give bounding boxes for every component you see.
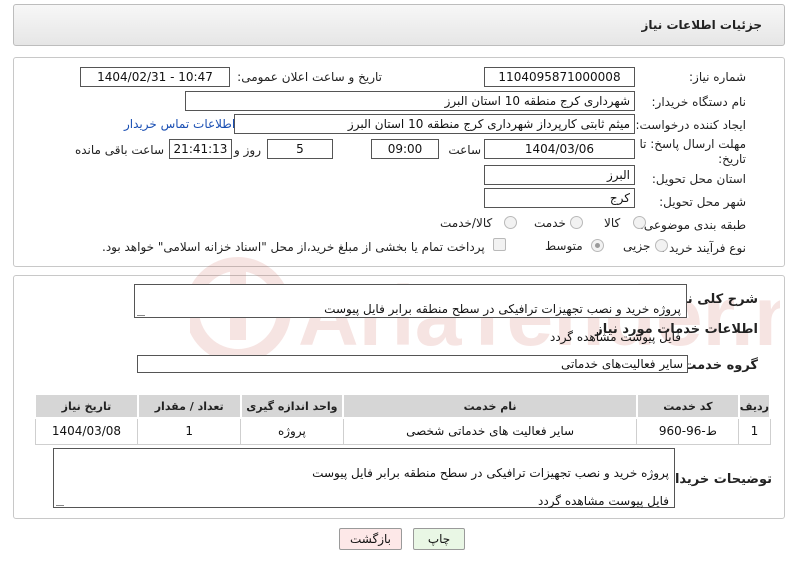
deadline-time-field: 09:00: [371, 139, 439, 159]
buyer-contact-link[interactable]: اطلاعات تماس خریدار: [124, 117, 235, 131]
category-label: طبقه بندی موضوعی:: [639, 218, 746, 232]
province-label: استان محل تحویل:: [651, 172, 746, 186]
process-minor-radio[interactable]: [655, 239, 668, 252]
services-section-title: اطلاعات خدمات مورد نیاز: [595, 322, 758, 337]
creator-label: ایجاد کننده درخواست:: [635, 118, 746, 132]
province-field: البرز: [484, 165, 635, 185]
treasury-payment-checkbox[interactable]: [493, 238, 506, 251]
cell-row: 1: [738, 417, 771, 445]
deadline-date-field: 1404/03/06: [484, 139, 635, 159]
need-summary-textarea: پروژه خرید و نصب تجهیزات ترافیکی در سطح …: [134, 284, 687, 344]
cell-date: 1404/03/08: [34, 417, 139, 445]
category-service-label: خدمت: [534, 216, 566, 230]
cell-name: سایر فعالیت های خدماتی شخصی: [342, 417, 638, 445]
deadline-label-2: تاریخ:: [718, 152, 746, 166]
category-mixed-radio[interactable]: [504, 216, 517, 229]
process-medium-radio[interactable]: [591, 239, 604, 252]
announce-datetime-label: تاریخ و ساعت اعلان عمومی:: [237, 70, 382, 84]
remaining-time-label: ساعت باقی مانده: [74, 143, 164, 157]
buyer-notes-textarea: پروژه خرید و نصب تجهیزات ترافیکی در سطح …: [53, 448, 675, 508]
back-button[interactable]: بازگشت: [339, 528, 402, 550]
resize-handle-icon[interactable]: [137, 308, 145, 316]
creator-field: میثم ثابتی کارپرداز شهرداری کرج منطقه 10…: [234, 114, 635, 134]
announce-datetime-field: 1404/02/31 - 10:47: [80, 67, 230, 87]
resize-handle-icon[interactable]: [56, 498, 64, 506]
city-label: شهر محل تحویل:: [659, 195, 746, 209]
process-minor-label: جزیی: [623, 239, 651, 253]
remaining-time-field: 21:41:13: [169, 139, 232, 159]
city-field: کرج: [484, 188, 635, 208]
col-date: تاریخ نیاز: [34, 393, 139, 419]
category-goods-label: کالا: [604, 216, 621, 230]
services-table-header: ردیف کد خدمت نام خدمت واحد اندازه گیری ت…: [34, 393, 772, 419]
deadline-label-1: مهلت ارسال پاسخ: تا: [639, 137, 746, 151]
cell-code: ط-96-960: [636, 417, 740, 445]
col-row: ردیف: [737, 393, 772, 419]
category-goods-radio[interactable]: [633, 216, 646, 229]
remaining-days-label: روز و: [234, 143, 261, 157]
service-group-label: گروه خدمت:: [678, 358, 758, 373]
service-group-field: سایر فعالیت‌های خدماتی: [137, 355, 688, 373]
need-number-field: 1104095871000008: [484, 67, 635, 87]
buyer-org-label: نام دستگاه خریدار:: [651, 95, 747, 109]
buyer-notes-label: توضیحات خریدار:: [662, 472, 772, 487]
need-number-label: شماره نیاز:: [689, 70, 746, 84]
col-name: نام خدمت: [342, 393, 638, 419]
need-summary-line-1: پروژه خرید و نصب تجهیزات ترافیکی در سطح …: [324, 302, 681, 316]
process-medium-label: متوسط: [545, 239, 583, 253]
treasury-payment-note: پرداخت تمام یا بخشی از مبلغ خرید،از محل …: [102, 240, 485, 254]
deadline-time-label: ساعت: [448, 143, 481, 157]
services-table: ردیف کد خدمت نام خدمت واحد اندازه گیری ت…: [34, 393, 772, 445]
buyer-org-field: شهرداری کرج منطقه 10 استان البرز: [185, 91, 635, 111]
table-row: 1 ط-96-960 سایر فعالیت های خدماتی شخصی پ…: [34, 417, 771, 445]
buyer-notes-line-1: پروژه خرید و نصب تجهیزات ترافیکی در سطح …: [312, 466, 669, 480]
col-code: کد خدمت: [635, 393, 740, 419]
cell-qty: 1: [137, 417, 242, 445]
print-button[interactable]: چاپ: [413, 528, 465, 550]
cell-unit: پروژه: [240, 417, 344, 445]
category-mixed-label: کالا/خدمت: [440, 216, 493, 230]
need-info-panel: [13, 57, 785, 267]
page-header: جزئیات اطلاعات نیاز: [13, 4, 785, 46]
page-title: جزئیات اطلاعات نیاز: [641, 18, 762, 32]
process-type-label: نوع فرآیند خرید :: [661, 241, 746, 255]
buyer-notes-line-2: فایل پیوست مشاهده گردد: [538, 494, 669, 508]
remaining-days-field: 5: [267, 139, 333, 159]
col-unit: واحد اندازه گیری: [239, 393, 345, 419]
category-service-radio[interactable]: [570, 216, 583, 229]
col-qty: تعداد / مقدار: [136, 393, 242, 419]
